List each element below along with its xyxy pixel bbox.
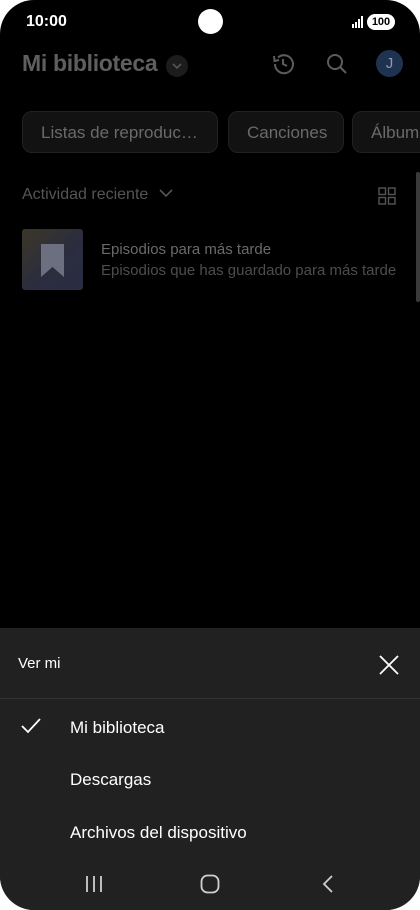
chip-playlists[interactable]: Listas de reproduc…	[22, 111, 218, 153]
sheet-title: Ver mi	[18, 655, 61, 672]
phone-screen: 10:00 100 Mi biblioteca J Listas de repr…	[0, 0, 420, 910]
chevron-down-icon	[172, 63, 182, 70]
sheet-option-my-library[interactable]: Mi biblioteca	[0, 702, 420, 752]
recents-icon[interactable]	[82, 872, 106, 896]
title-dropdown-button[interactable]	[166, 55, 188, 77]
chevron-down-icon[interactable]	[158, 186, 174, 200]
check-icon	[21, 718, 41, 734]
home-icon[interactable]	[198, 872, 222, 896]
sheet-option-label: Archivos del dispositivo	[70, 823, 247, 842]
back-icon[interactable]	[316, 872, 340, 896]
sheet-header: Ver mi	[0, 628, 420, 699]
list-item-title: Episodios para más tarde	[101, 241, 272, 258]
episodes-thumbnail	[22, 229, 83, 290]
view-my-bottom-sheet: Ver mi Mi biblioteca Descargas Archivos …	[0, 628, 420, 858]
chip-songs[interactable]: Canciones	[228, 111, 344, 153]
avatar[interactable]: J	[376, 50, 403, 77]
system-nav-bar	[0, 858, 420, 910]
sheet-option-device-files[interactable]: Archivos del dispositivo	[0, 807, 420, 857]
recent-activity-sort[interactable]: Actividad reciente	[22, 186, 148, 204]
sheet-option-label: Mi biblioteca	[70, 718, 165, 737]
bookmark-icon	[41, 244, 64, 277]
search-icon[interactable]	[323, 50, 351, 78]
filter-chips: Listas de reproduc… Canciones Álbumes	[22, 111, 420, 155]
history-icon[interactable]	[269, 50, 297, 78]
sheet-option-label: Descargas	[70, 770, 152, 789]
sheet-option-downloads[interactable]: Descargas	[0, 754, 420, 804]
chip-albums[interactable]: Álbumes	[352, 111, 420, 153]
scrollbar[interactable]	[416, 172, 420, 302]
page-title[interactable]: Mi biblioteca	[22, 50, 158, 77]
grid-view-icon[interactable]	[378, 187, 396, 205]
list-item-subtitle: Episodios que has guardado para más tard…	[101, 262, 397, 279]
close-icon[interactable]	[376, 652, 402, 678]
